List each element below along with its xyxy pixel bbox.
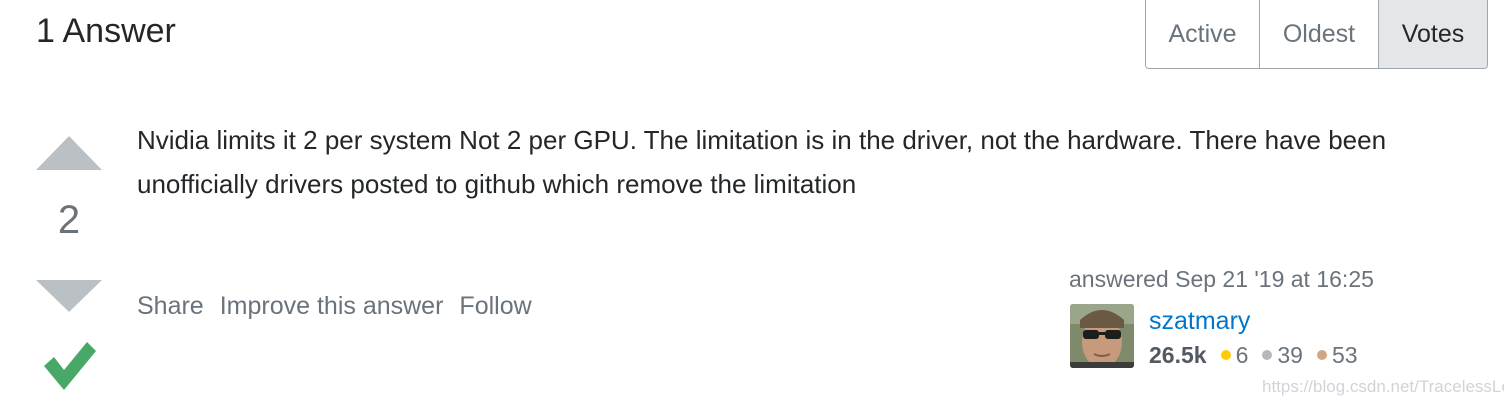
- user-info-card: answered Sep 21 '19 at 16:25 szatmary 26…: [1069, 264, 1409, 368]
- user-name-link[interactable]: szatmary: [1149, 304, 1372, 338]
- avatar[interactable]: [1070, 304, 1134, 368]
- downvote-arrow-icon[interactable]: [36, 280, 102, 312]
- tab-active[interactable]: Active: [1146, 0, 1259, 68]
- gold-badge-icon: [1220, 350, 1231, 360]
- silver-badge-count: 39: [1277, 342, 1303, 368]
- silver-badge-icon: [1262, 350, 1273, 360]
- accepted-checkmark-icon: [44, 342, 96, 390]
- share-link[interactable]: Share: [137, 292, 204, 321]
- user-details: szatmary 26.5k 6 39 53: [1149, 304, 1372, 372]
- gold-badge-count: 6: [1235, 342, 1249, 368]
- answer-body: Nvidia limits it 2 per system Not 2 per …: [137, 125, 1387, 199]
- upvote-arrow-icon[interactable]: [36, 136, 102, 170]
- answered-timestamp: answered Sep 21 '19 at 16:25: [1069, 266, 1374, 292]
- follow-link[interactable]: Follow: [459, 292, 531, 321]
- improve-answer-link[interactable]: Improve this answer: [220, 292, 444, 321]
- vote-count: 2: [57, 198, 81, 242]
- sort-tabs: Active Oldest Votes: [1145, 0, 1488, 69]
- bronze-badge-count: 53: [1331, 342, 1358, 368]
- tab-votes[interactable]: Votes: [1378, 0, 1487, 68]
- post-menu: Share Improve this answer Follow: [137, 292, 532, 321]
- reputation-line: 26.5k 6 39 53: [1149, 338, 1372, 372]
- answers-heading: 1 Answer: [36, 12, 176, 50]
- reputation-score: 26.5k: [1149, 342, 1207, 368]
- tab-oldest[interactable]: Oldest: [1259, 0, 1378, 68]
- watermark: https://blog.csdn.net/TracelessLe: [1262, 377, 1504, 396]
- bronze-badge-icon: [1316, 350, 1327, 360]
